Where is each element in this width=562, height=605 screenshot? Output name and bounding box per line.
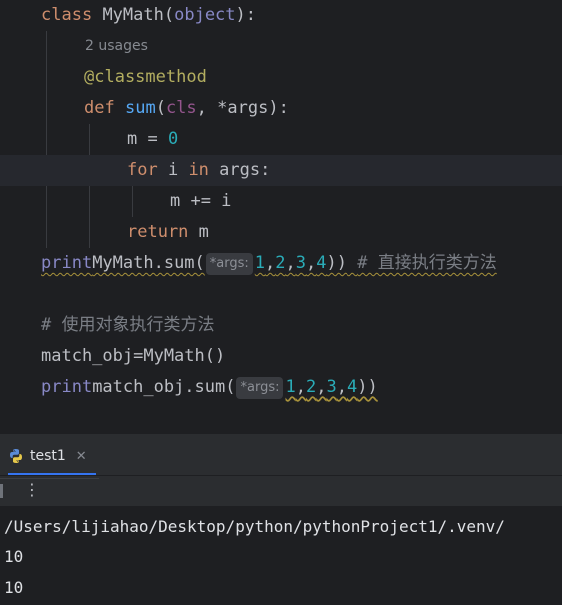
for-iter: args: (208, 160, 271, 180)
arg-number: 1 (254, 253, 266, 273)
call-close: )) (326, 253, 348, 273)
param-hint: *args: (205, 253, 253, 275)
arg-number: 3 (295, 253, 307, 273)
call-close: )) (357, 377, 378, 397)
toolbar-separator (0, 478, 99, 479)
arg-number: 2 (275, 253, 286, 273)
obj-assign: match_obj=MyMath() (41, 346, 226, 366)
number-zero: 0 (167, 129, 179, 149)
keyword-def: def (84, 98, 115, 118)
decorator: @classmethod (84, 67, 207, 87)
run-tab[interactable]: test1 ✕ (8, 441, 87, 471)
m-assign: m = (127, 129, 168, 149)
arg-number: 4 (346, 377, 358, 397)
console-output-line: 10 (4, 578, 24, 597)
code-line-decorator[interactable]: @classmethod (0, 62, 562, 93)
arg-number: 2 (305, 377, 317, 397)
function-name: sum (124, 98, 156, 118)
more-options-icon[interactable]: ⋮ (24, 480, 40, 500)
run-tab-label: test1 (30, 448, 66, 464)
run-tool-window: test1 ✕ ⋮ /Users/lijiahao/Desktop/python… (0, 434, 562, 605)
param-hint: *args: (236, 377, 284, 399)
keyword-class: class (41, 5, 93, 25)
builtin-print: print (41, 253, 93, 273)
arg-number: 1 (285, 377, 296, 397)
class-base: object (174, 5, 236, 25)
console-output-line: /Users/lijiahao/Desktop/python/pythonPro… (4, 517, 505, 536)
code-line-def[interactable]: def sum(cls, *args): (0, 93, 562, 124)
for-var: i (157, 160, 189, 180)
usages-hint[interactable]: 2 usages (85, 31, 148, 62)
console-output-line: 10 (4, 547, 24, 566)
run-toolbar: ⋮ (0, 475, 562, 506)
run-tab-bar: test1 ✕ (0, 435, 562, 475)
keyword-in: in (188, 160, 209, 180)
code-line-print1[interactable]: printMyMath.sum(*args: 1,2,3,4)) # 直接执行类方… (0, 248, 562, 279)
python-icon (10, 449, 22, 463)
builtin-print: print (41, 377, 93, 397)
arg-number: 4 (316, 253, 327, 273)
call-expression: match_obj.sum( (92, 377, 236, 397)
code-line-print2[interactable]: printmatch_obj.sum(*args: 1,2,3,4)) (0, 372, 562, 403)
class-name: MyMath (102, 5, 164, 25)
code-line-return[interactable]: return m (0, 217, 562, 248)
inline-comment: # 直接执行类方法 (357, 253, 497, 273)
code-line-class[interactable]: class MyMath(object): (0, 0, 562, 31)
arg-number: 3 (326, 377, 337, 397)
code-line-comment[interactable]: # 使用对象执行类方法 (0, 310, 562, 341)
close-icon[interactable]: ✕ (76, 449, 87, 464)
code-line-m-assign[interactable]: m = 0 (0, 124, 562, 155)
code-line-obj-assign[interactable]: match_obj=MyMath() (0, 341, 562, 372)
param-cls: cls (165, 98, 197, 118)
toolbar-divider (0, 484, 3, 498)
code-editor[interactable]: class MyMath(object): 2 usages @classmet… (0, 0, 562, 434)
keyword-for: for (127, 160, 158, 180)
code-line-m-add[interactable]: m += i (0, 186, 562, 217)
return-value: m (188, 222, 209, 242)
comment: # 使用对象执行类方法 (41, 315, 215, 335)
code-line-for[interactable]: for i in args: (0, 155, 562, 186)
call-expression: MyMath.sum( (92, 253, 205, 273)
keyword-return: return (127, 222, 189, 242)
m-add: m += i (170, 191, 232, 211)
param-args: *args (217, 98, 269, 118)
